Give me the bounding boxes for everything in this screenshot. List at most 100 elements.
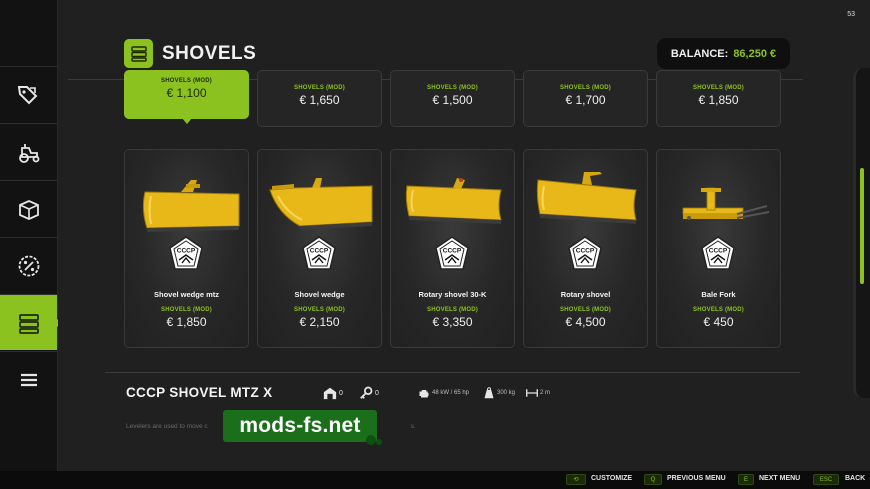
- weight-icon: [484, 387, 494, 399]
- list-shop-icon: [18, 313, 39, 334]
- item-category: SHOVELS (MOD): [427, 307, 478, 313]
- width-icon: [526, 389, 538, 397]
- cccp-logo-icon: CCCP: [701, 236, 735, 270]
- tag-price-icon: [17, 85, 37, 104]
- page-number: 53: [847, 11, 855, 18]
- item-category: SHOVELS (MOD): [693, 85, 744, 91]
- watermark-text: mods-fs.net: [239, 414, 361, 437]
- item-name: Bale Fork: [701, 290, 736, 299]
- shop-item-card[interactable]: SHOVELS (MOD) € 1,500: [390, 70, 515, 127]
- sidebar-item-vehicles[interactable]: [0, 123, 57, 179]
- item-category: SHOVELS (MOD): [294, 307, 345, 313]
- shop-item-card[interactable]: CCCP Bale Fork SHOVELS (MOD) € 450: [656, 149, 781, 348]
- item-category: SHOVELS (MOD): [693, 307, 744, 313]
- item-category: SHOVELS (MOD): [161, 78, 212, 84]
- item-category: SHOVELS (MOD): [161, 307, 212, 313]
- balance-display: BALANCE: 86,250 €: [657, 38, 790, 69]
- item-category: SHOVELS (MOD): [427, 85, 478, 91]
- shop-item-card[interactable]: SHOVELS (MOD) € 1,700: [523, 70, 648, 127]
- percent-badge-icon: [18, 255, 39, 276]
- page-title: SHOVELS: [162, 43, 257, 64]
- owned-count: 0: [323, 386, 343, 400]
- item-price: € 1,700: [565, 93, 606, 107]
- item-price: € 3,350: [432, 315, 473, 329]
- item-price: € 450: [703, 315, 734, 329]
- shop-item-card[interactable]: CCCP Shovel wedge mtz SHOVELS (MOD) € 1,…: [124, 149, 249, 348]
- next-menu-key[interactable]: E: [738, 474, 754, 485]
- key-icon: [360, 386, 373, 399]
- item-category: SHOVELS (MOD): [560, 85, 611, 91]
- back-key[interactable]: ESC: [813, 474, 839, 485]
- item-price: € 2,150: [299, 315, 340, 329]
- previous-menu-button[interactable]: PREVIOUS MENU: [667, 475, 726, 482]
- shovel-wedge-image: [269, 178, 373, 230]
- footer-bar: ⟲ CUSTOMIZE Q PREVIOUS MENU E NEXT MENU …: [0, 471, 870, 489]
- brand-label: CCCP: [443, 248, 462, 255]
- shop-item-card[interactable]: SHOVELS (MOD) € 1,100: [124, 70, 249, 124]
- cccp-logo-icon: CCCP: [435, 236, 469, 270]
- category-sidebar: [0, 0, 62, 471]
- owned-value: 0: [339, 389, 343, 397]
- description-start: Levelers are used to move c: [126, 423, 208, 430]
- cccp-logo-icon: CCCP: [302, 236, 336, 270]
- tractor-icon: [18, 143, 39, 163]
- item-price: € 4,500: [565, 315, 606, 329]
- shop-item-card[interactable]: CCCP Rotary shovel SHOVELS (MOD) € 4,500: [523, 149, 648, 348]
- shop-category-icon: [124, 39, 153, 68]
- cccp-logo-icon: CCCP: [568, 236, 602, 270]
- shop-item-card[interactable]: SHOVELS (MOD) € 1,850: [656, 70, 781, 127]
- power-stat: 48 kW / 65 hp: [418, 387, 469, 399]
- item-name: Rotary shovel: [560, 290, 611, 299]
- next-menu-button[interactable]: NEXT MENU: [759, 475, 800, 482]
- item-price: € 1,500: [432, 93, 473, 107]
- brand-label: CCCP: [177, 248, 196, 255]
- width-stat: 2 m: [526, 387, 550, 399]
- shovel-wedge-mtz-image: [142, 180, 240, 232]
- item-price: € 1,650: [299, 93, 340, 107]
- customize-button[interactable]: CUSTOMIZE: [591, 475, 632, 482]
- shop-item-card[interactable]: CCCP Shovel wedge SHOVELS (MOD) € 2,150: [257, 149, 382, 348]
- tractor-icon: [366, 435, 382, 445]
- item-price: € 1,850: [166, 315, 207, 329]
- leased-count: 0: [359, 386, 379, 400]
- sidebar-item-sales[interactable]: [0, 66, 57, 122]
- balance-amount: 86,250 €: [733, 47, 777, 60]
- balance-label: BALANCE:: [670, 47, 729, 60]
- sidebar-item-offers[interactable]: [0, 237, 57, 293]
- garage-icon: [323, 387, 337, 400]
- sidebar-item-shop-list[interactable]: [0, 294, 62, 350]
- engine-icon: [419, 390, 429, 398]
- item-category: SHOVELS (MOD): [560, 307, 611, 313]
- width-value: 2 m: [540, 390, 551, 396]
- shop-item-card[interactable]: CCCP Rotary shovel 30-K SHOVELS (MOD) € …: [390, 149, 515, 348]
- weight-stat: 300 kg: [483, 387, 515, 399]
- brand-label: CCCP: [709, 248, 728, 255]
- rotary-shovel-30k-image: [405, 178, 502, 224]
- bale-fork-image: [682, 187, 770, 220]
- item-price: € 1,100: [166, 86, 207, 100]
- sidebar-item-objects[interactable]: [0, 180, 57, 236]
- rotary-shovel-image: [536, 172, 637, 224]
- list-shop-icon: [130, 45, 147, 62]
- brand-label: CCCP: [576, 248, 595, 255]
- shop-item-card[interactable]: SHOVELS (MOD) € 1,650: [257, 70, 382, 127]
- box-icon: [18, 199, 39, 220]
- scrollbar-thumb[interactable]: [860, 168, 864, 284]
- brand-label: CCCP: [310, 248, 329, 255]
- customize-key[interactable]: ⟲: [566, 474, 586, 485]
- item-price: € 1,850: [698, 93, 739, 107]
- detail-title: CCCP SHOVEL MTZ X: [126, 385, 273, 400]
- back-button[interactable]: BACK: [845, 475, 865, 482]
- watermark-logo: mods-fs.net: [223, 410, 382, 445]
- sidebar-item-menu[interactable]: [0, 351, 57, 407]
- item-name: Rotary shovel 30-K: [418, 290, 487, 299]
- detail-divider: [105, 372, 800, 373]
- item-category: SHOVELS (MOD): [294, 85, 345, 91]
- weight-value: 300 kg: [497, 390, 516, 396]
- selected-indicator: [182, 118, 192, 124]
- item-name: Shovel wedge mtz: [153, 290, 219, 299]
- menu-lines-icon: [20, 373, 37, 386]
- description-end: s.: [410, 423, 416, 430]
- power-value: 48 kW / 65 hp: [432, 390, 470, 396]
- previous-menu-key[interactable]: Q: [644, 474, 662, 485]
